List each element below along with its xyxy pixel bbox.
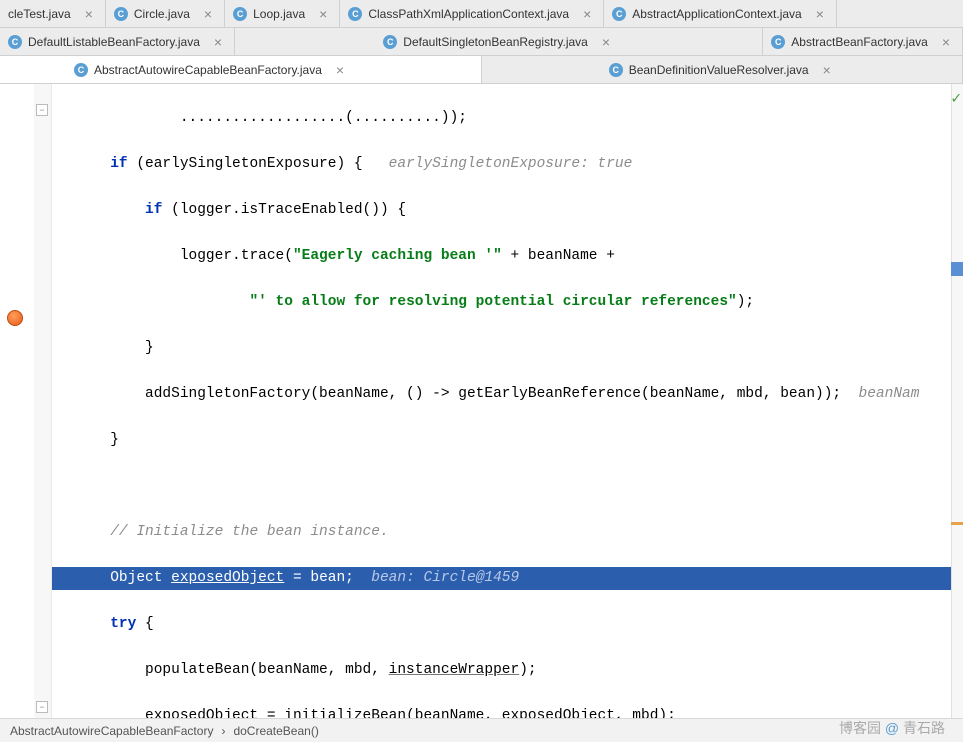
tab-classpath[interactable]: C ClassPathXmlApplicationContext.java × bbox=[340, 0, 604, 27]
checkmark-icon: ✓ bbox=[951, 88, 961, 111]
tab-label: AbstractBeanFactory.java bbox=[791, 35, 928, 49]
class-icon: C bbox=[348, 7, 362, 21]
tab-defaultlistable[interactable]: C DefaultListableBeanFactory.java × bbox=[0, 28, 235, 55]
tab-row-2: C DefaultListableBeanFactory.java × C De… bbox=[0, 28, 963, 56]
close-icon[interactable]: × bbox=[317, 6, 329, 22]
close-icon[interactable]: × bbox=[83, 6, 95, 22]
close-icon[interactable]: × bbox=[202, 6, 214, 22]
stripe-marker[interactable] bbox=[951, 522, 963, 525]
tab-label: DefaultListableBeanFactory.java bbox=[28, 35, 200, 49]
tab-label: BeanDefinitionValueResolver.java bbox=[629, 63, 809, 77]
tab-label: AbstractAutowireCapableBeanFactory.java bbox=[94, 63, 322, 77]
editor-area: − − ...................(..........)); if… bbox=[0, 84, 963, 718]
tab-loop[interactable]: C Loop.java × bbox=[225, 0, 340, 27]
current-execution-line: Object exposedObject = bean; bean: Circl… bbox=[52, 567, 963, 590]
close-icon[interactable]: × bbox=[581, 6, 593, 22]
breadcrumb[interactable]: AbstractAutowireCapableBeanFactory › doC… bbox=[0, 718, 963, 742]
tab-circle[interactable]: C Circle.java × bbox=[106, 0, 225, 27]
tab-label: Circle.java bbox=[134, 7, 190, 21]
close-icon[interactable]: × bbox=[212, 34, 224, 50]
fold-icon[interactable]: − bbox=[36, 701, 48, 713]
class-icon: C bbox=[233, 7, 247, 21]
breakpoint-icon[interactable] bbox=[6, 309, 24, 327]
class-icon: C bbox=[114, 7, 128, 21]
class-icon: C bbox=[612, 7, 626, 21]
fold-icon[interactable]: − bbox=[36, 104, 48, 116]
error-stripe[interactable]: ✓ bbox=[951, 84, 963, 718]
close-icon[interactable]: × bbox=[600, 34, 612, 50]
close-icon[interactable]: × bbox=[334, 62, 346, 78]
tab-defaultsingleton[interactable]: C DefaultSingletonBeanRegistry.java × bbox=[235, 28, 763, 55]
breadcrumb-method[interactable]: doCreateBean() bbox=[233, 724, 318, 738]
tab-beandefinition[interactable]: C BeanDefinitionValueResolver.java × bbox=[482, 56, 963, 83]
watermark: 博客园 @ 青石路 bbox=[839, 718, 945, 738]
tab-label: ClassPathXmlApplicationContext.java bbox=[368, 7, 569, 21]
chevron-right-icon: › bbox=[221, 724, 225, 738]
breadcrumb-class[interactable]: AbstractAutowireCapableBeanFactory bbox=[10, 724, 213, 738]
tab-row-1: cleTest.java × C Circle.java × C Loop.ja… bbox=[0, 0, 963, 28]
tab-abstractautowire[interactable]: C AbstractAutowireCapableBeanFactory.jav… bbox=[0, 56, 482, 83]
tab-circletest[interactable]: cleTest.java × bbox=[0, 0, 106, 27]
tab-label: DefaultSingletonBeanRegistry.java bbox=[403, 35, 588, 49]
class-icon: C bbox=[609, 63, 623, 77]
class-icon: C bbox=[771, 35, 785, 49]
code-editor[interactable]: ...................(..........)); if (ea… bbox=[52, 84, 963, 718]
tab-abstractapp[interactable]: C AbstractApplicationContext.java × bbox=[604, 0, 837, 27]
tab-label: Loop.java bbox=[253, 7, 305, 21]
class-icon: C bbox=[383, 35, 397, 49]
close-icon[interactable]: × bbox=[821, 62, 833, 78]
tab-label: cleTest.java bbox=[8, 7, 71, 21]
tab-row-3: C AbstractAutowireCapableBeanFactory.jav… bbox=[0, 56, 963, 84]
class-icon: C bbox=[8, 35, 22, 49]
close-icon[interactable]: × bbox=[940, 34, 952, 50]
gutter[interactable]: − − bbox=[0, 84, 52, 718]
tab-label: AbstractApplicationContext.java bbox=[632, 7, 801, 21]
class-icon: C bbox=[74, 63, 88, 77]
close-icon[interactable]: × bbox=[814, 6, 826, 22]
stripe-marker[interactable] bbox=[951, 262, 963, 276]
tab-abstractbean[interactable]: C AbstractBeanFactory.java × bbox=[763, 28, 963, 55]
